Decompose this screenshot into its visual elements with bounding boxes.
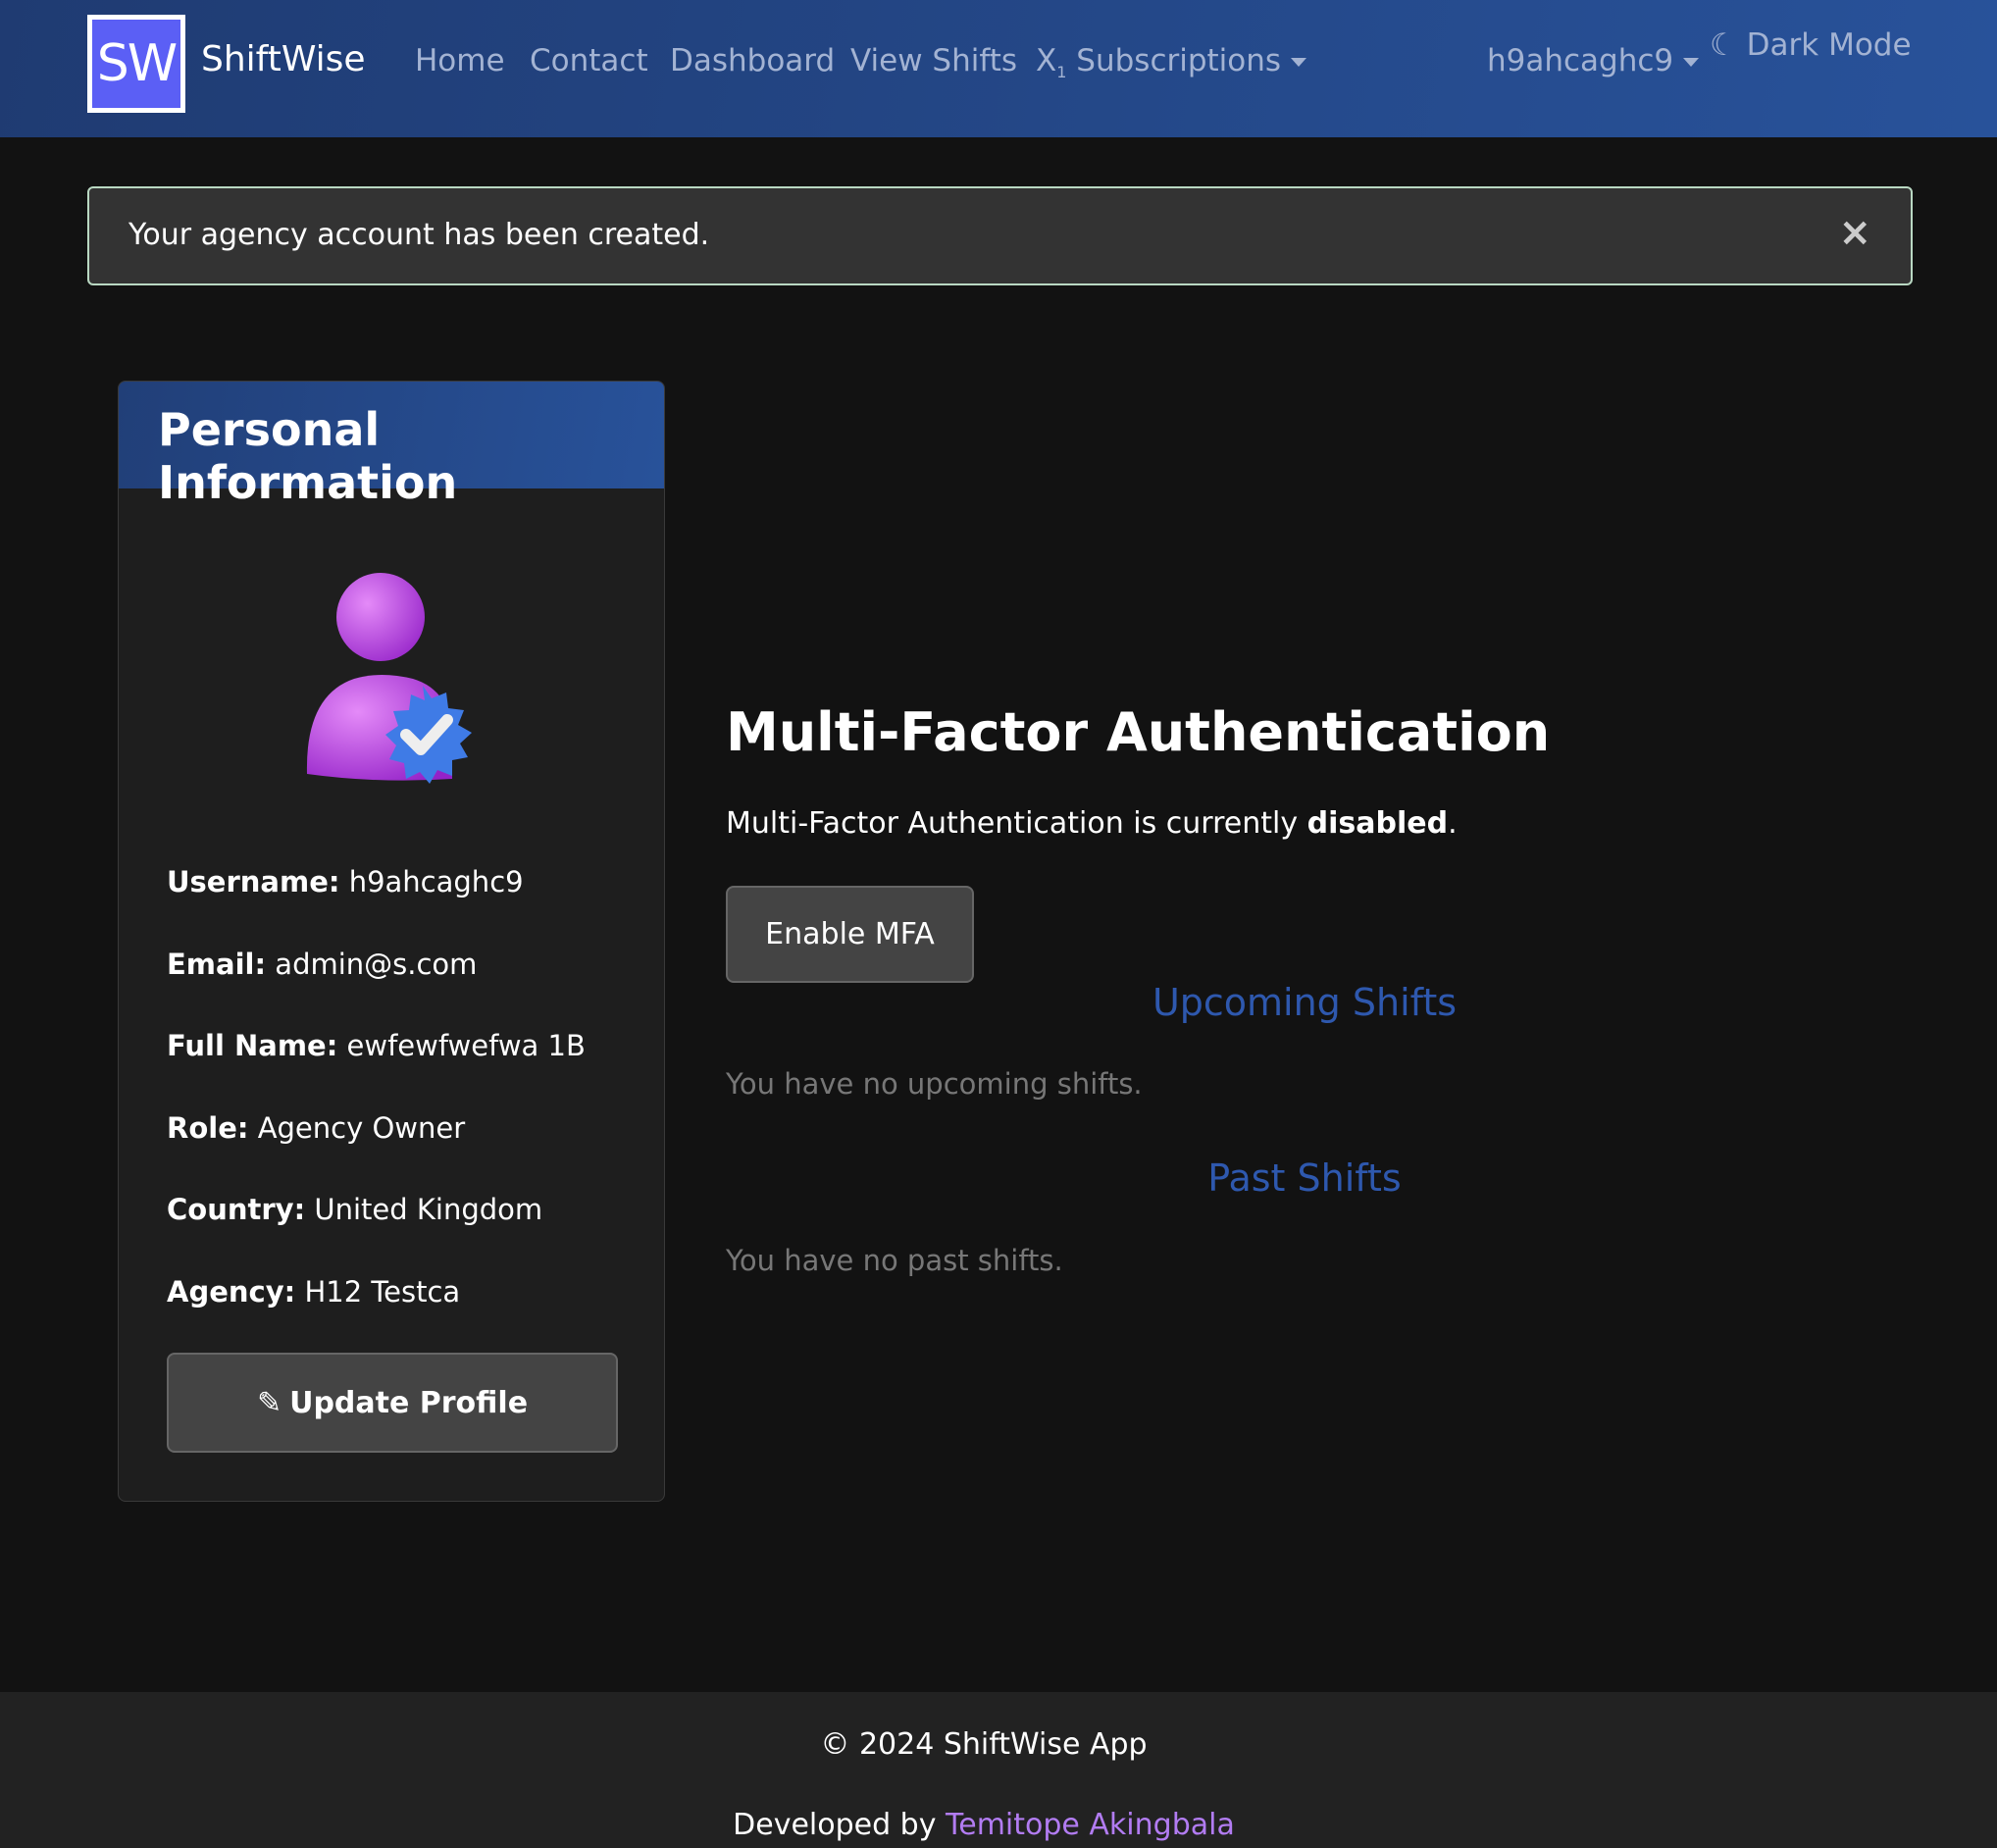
developer-credit: Developed by Temitope Akingbala <box>733 1808 1235 1842</box>
alert-message: Your agency account has been created. <box>128 218 710 252</box>
update-profile-label: Update Profile <box>289 1385 529 1420</box>
logo[interactable]: SW <box>87 15 185 113</box>
nav-contact[interactable]: Contact <box>530 43 648 78</box>
author-link[interactable]: Temitope Akingbala <box>946 1808 1235 1842</box>
past-shifts-empty: You have no past shifts. <box>726 1244 1063 1277</box>
success-alert: Your agency account has been created. × <box>87 186 1913 285</box>
edit-icon: ✎ <box>256 1385 282 1420</box>
card-title: Personal Information <box>158 403 458 509</box>
brand-name[interactable]: ShiftWise <box>201 39 366 79</box>
dark-mode-label: Dark Mode <box>1746 27 1912 63</box>
nav-subscriptions-dropdown[interactable]: X1 Subscriptions <box>1036 43 1307 82</box>
upcoming-shifts-heading: Upcoming Shifts <box>1152 981 1458 1024</box>
nav-home[interactable]: Home <box>415 43 505 78</box>
upcoming-shifts-empty: You have no upcoming shifts. <box>726 1067 1143 1101</box>
subscriptions-label: Subscriptions <box>1076 43 1282 78</box>
email-field: Email: admin@s.com <box>167 948 478 981</box>
navbar: SW ShiftWise Home Contact Dashboard View… <box>0 0 1997 137</box>
enable-mfa-button[interactable]: Enable MFA <box>726 886 974 983</box>
role-field: Role: Agency Owner <box>167 1111 466 1145</box>
caret-down-icon <box>1291 58 1307 67</box>
username-field: Username: h9ahcaghc9 <box>167 865 524 898</box>
card-header: Personal Information <box>119 382 664 509</box>
footer: © 2024 ShiftWise App Developed by Temito… <box>0 1692 1997 1848</box>
close-icon[interactable]: × <box>1838 210 1871 255</box>
username-label: h9ahcaghc9 <box>1487 43 1674 78</box>
caret-down-icon <box>1683 58 1700 67</box>
mfa-status-text: Multi-Factor Authentication is currently… <box>726 806 1458 841</box>
copyright: © 2024 ShiftWise App <box>820 1727 1148 1762</box>
moon-icon: ☾ <box>1710 27 1737 63</box>
user-dropdown[interactable]: h9ahcaghc9 <box>1487 43 1700 78</box>
agency-field: Agency: H12 Testca <box>167 1275 461 1309</box>
nav-dashboard[interactable]: Dashboard <box>670 43 835 78</box>
full-name-field: Full Name: ewfewfwefwa 1B <box>167 1029 586 1062</box>
dark-mode-toggle[interactable]: ☾ Dark Mode <box>1710 27 1912 63</box>
subscript-icon: X1 <box>1036 43 1067 82</box>
nav-view-shifts[interactable]: View Shifts <box>850 43 1017 78</box>
country-field: Country: United Kingdom <box>167 1193 543 1226</box>
mfa-status: disabled <box>1306 806 1449 841</box>
past-shifts-heading: Past Shifts <box>1207 1156 1402 1200</box>
personal-info-card: Personal Information Username: h9ahcaghc… <box>118 381 665 1502</box>
verified-user-avatar-icon <box>306 573 472 784</box>
update-profile-button[interactable]: ✎ Update Profile <box>167 1353 618 1453</box>
mfa-heading: Multi-Factor Authentication <box>726 701 1551 763</box>
